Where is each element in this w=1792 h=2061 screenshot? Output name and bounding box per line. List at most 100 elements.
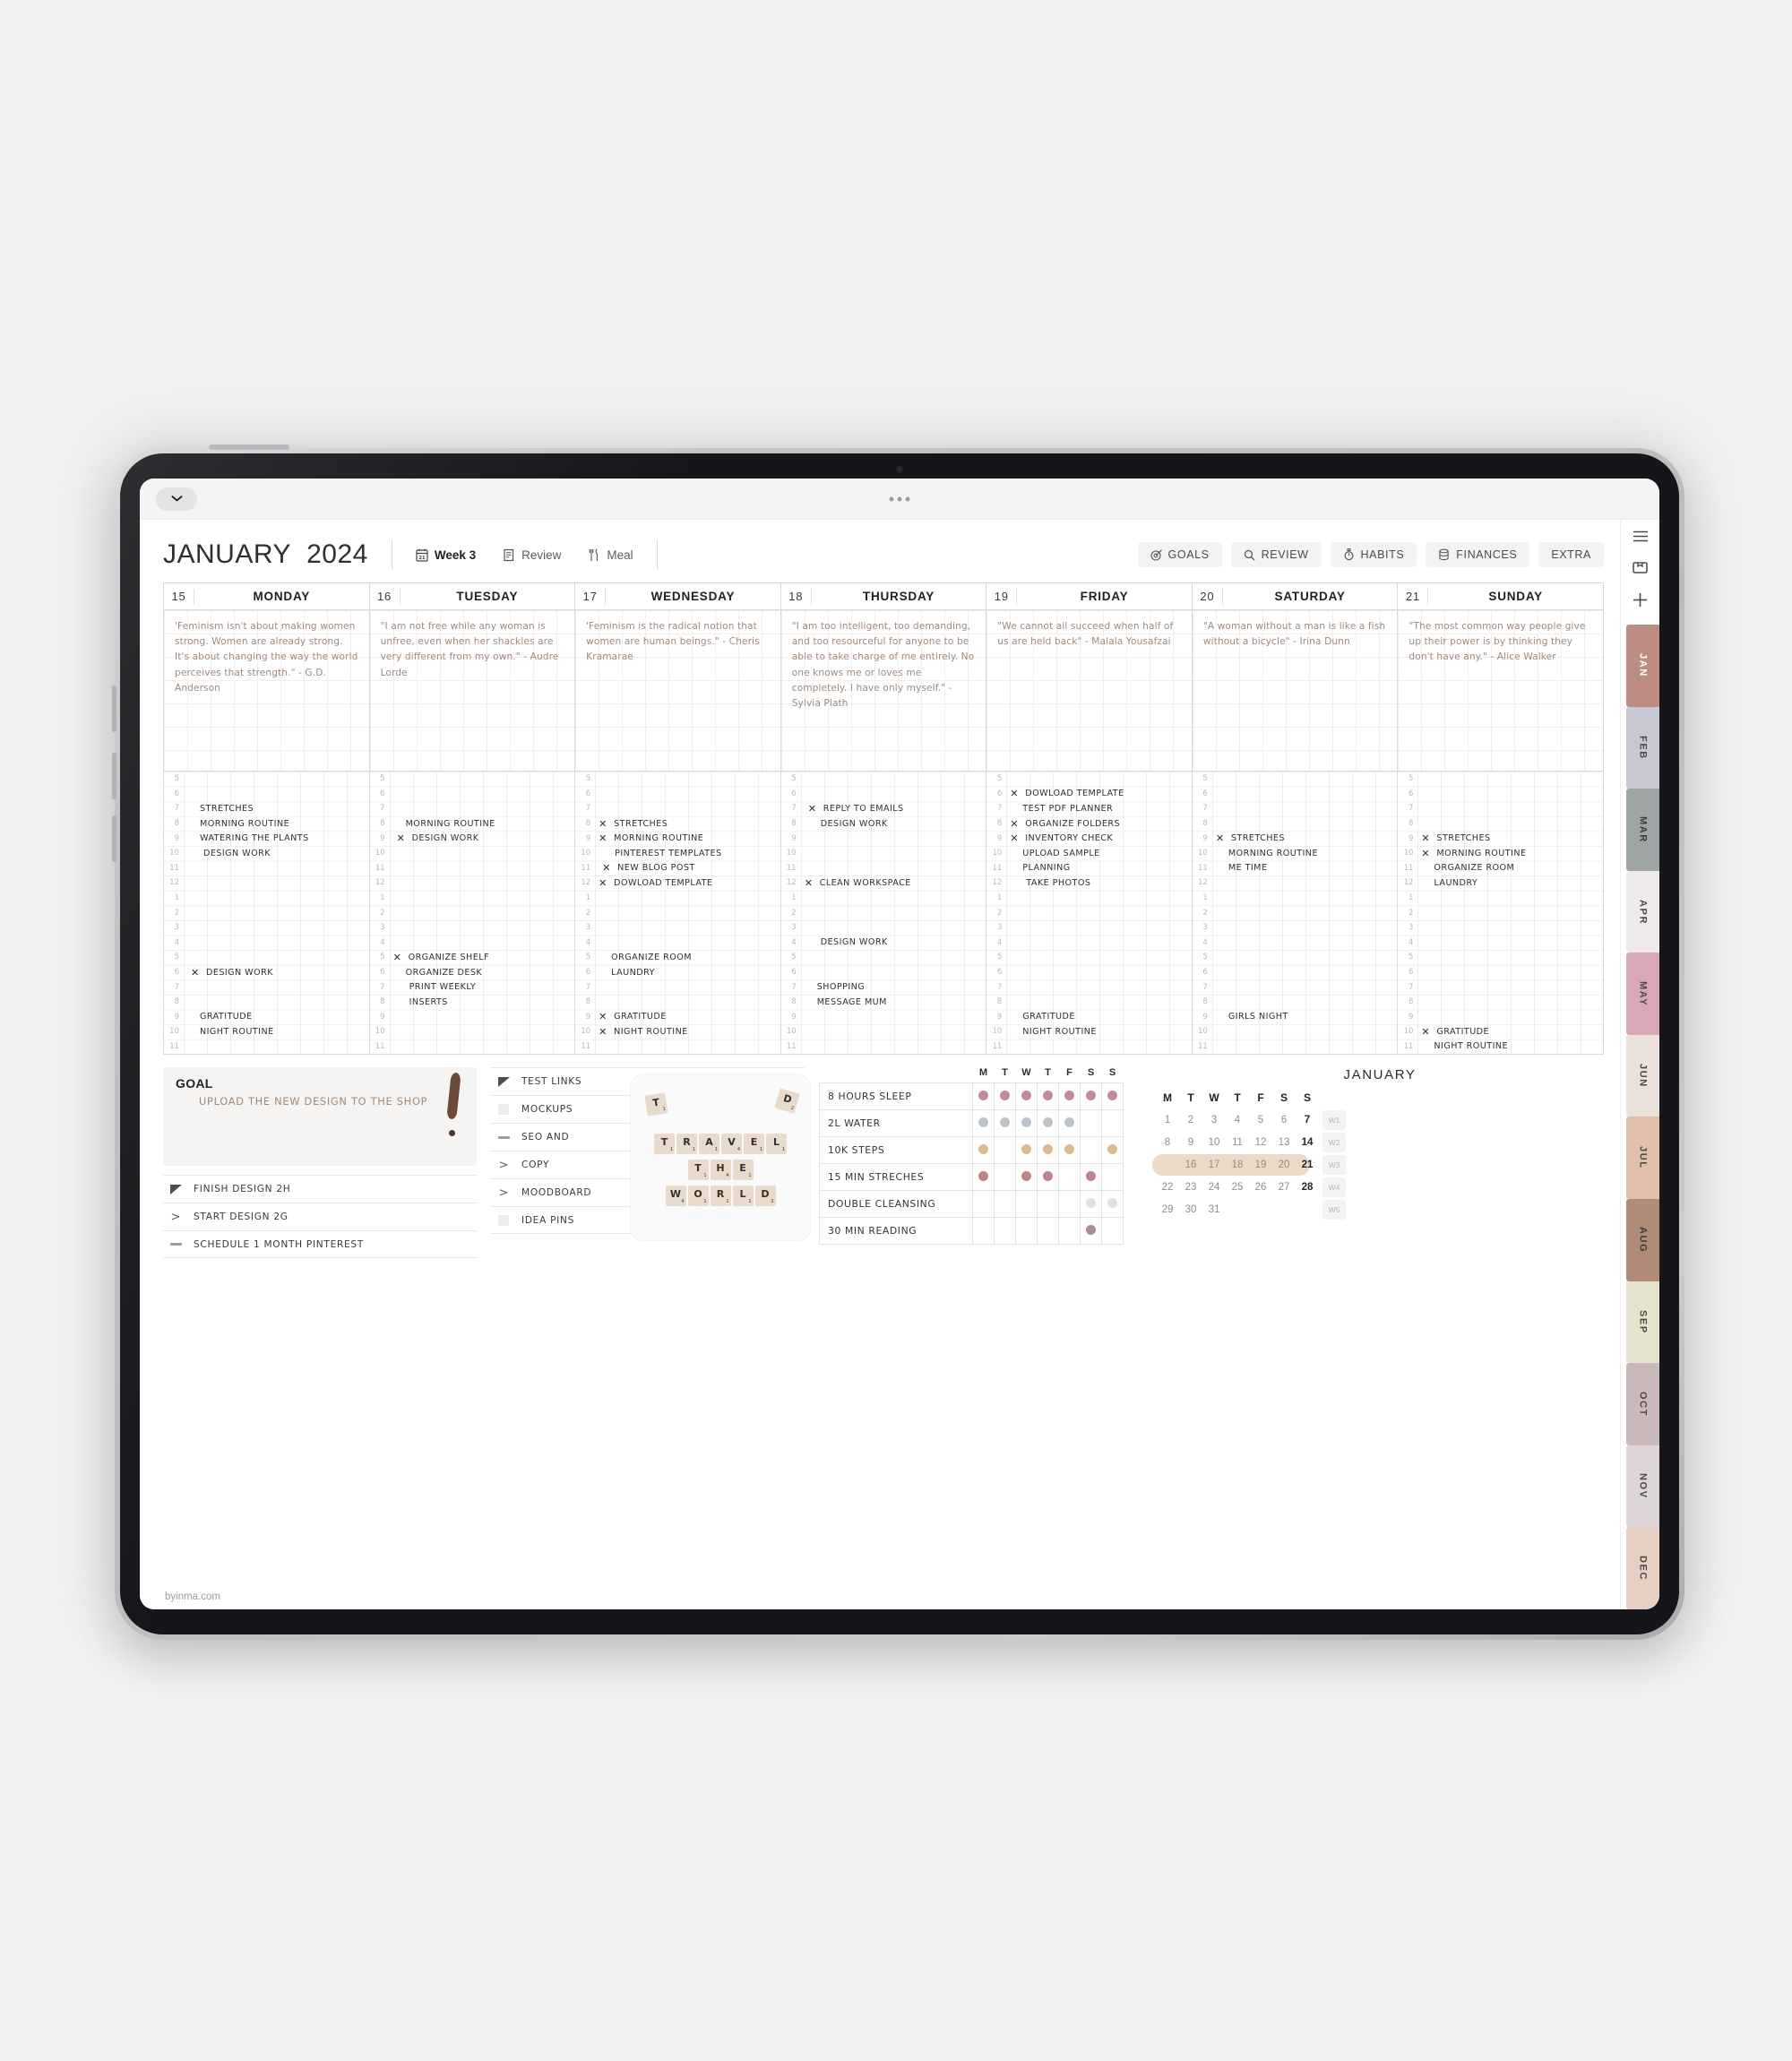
slot-body[interactable]: ✕ MORNING ROUTINE — [595, 831, 780, 846]
time-slot[interactable]: 6 — [781, 787, 986, 802]
checked-x-icon[interactable]: ✕ — [397, 833, 409, 843]
month-tab-oct[interactable]: OCT — [1626, 1363, 1659, 1445]
slot-body[interactable]: ✕ NEW BLOG POST — [595, 861, 780, 876]
time-slot[interactable]: 12 ✕ DOWLOAD TEMPLATE — [575, 875, 780, 891]
slot-body[interactable]: ME TIME — [1212, 861, 1398, 876]
bookmark-icon[interactable] — [1633, 560, 1648, 579]
time-slot[interactable]: 6 ✕ DOWLOAD TEMPLATE — [986, 787, 1192, 802]
quote-box[interactable]: "The most common way people give up thei… — [1398, 610, 1603, 772]
time-slot[interactable]: 12 ✕ CLEAN WORKSPACE — [781, 875, 986, 891]
minical-day[interactable]: 4 — [1226, 1110, 1249, 1130]
time-slot[interactable]: 7 — [370, 801, 575, 816]
slot-body[interactable]: UPLOAD SAMPLE — [1006, 846, 1192, 861]
time-slot[interactable]: 8 — [1398, 995, 1603, 1010]
habit-cell[interactable] — [972, 1109, 995, 1138]
slot-body[interactable] — [1212, 816, 1398, 832]
slot-body[interactable] — [801, 891, 986, 906]
time-slot[interactable]: 5 — [986, 950, 1192, 965]
time-slot[interactable]: 9 ✕ MORNING ROUTINE — [575, 831, 780, 846]
slot-body[interactable]: ✕ GRATITUDE — [1417, 1024, 1603, 1039]
slot-body[interactable]: DESIGN WORK — [801, 816, 986, 832]
minical-day[interactable]: 27 — [1272, 1177, 1296, 1197]
menu-icon[interactable] — [1633, 530, 1649, 547]
finances-button[interactable]: FINANCES — [1426, 542, 1530, 567]
slot-body[interactable] — [1006, 950, 1192, 965]
time-slot[interactable]: 11 — [575, 1039, 780, 1055]
slot-body[interactable] — [595, 920, 780, 936]
slot-body[interactable] — [184, 920, 369, 936]
quote-box[interactable]: 'Feminism isn't about making women stron… — [164, 610, 369, 772]
habit-cell[interactable] — [1058, 1109, 1081, 1138]
slot-body[interactable] — [1417, 979, 1603, 995]
habits-button[interactable]: HABITS — [1330, 542, 1417, 567]
time-slot[interactable]: 10 — [781, 1024, 986, 1039]
habit-cell[interactable] — [1037, 1163, 1059, 1192]
slot-body[interactable]: ✕ MORNING ROUTINE — [1417, 846, 1603, 861]
time-slot[interactable]: 8 — [575, 995, 780, 1010]
time-slot[interactable]: 3 — [164, 920, 369, 936]
quote-box[interactable]: "We cannot all succeed when half of us a… — [986, 610, 1192, 772]
checked-x-icon[interactable]: ✕ — [808, 804, 820, 814]
volume-up-button[interactable] — [112, 686, 116, 732]
time-slot[interactable]: 2 — [164, 905, 369, 920]
slot-body[interactable] — [1417, 905, 1603, 920]
slot-body[interactable] — [1006, 936, 1192, 951]
slot-body[interactable] — [390, 846, 575, 861]
time-slot[interactable]: 10 PINTEREST TEMPLATES — [575, 846, 780, 861]
slot-body[interactable] — [390, 920, 575, 936]
slot-body[interactable] — [1417, 920, 1603, 936]
slot-body[interactable]: TAKE PHOTOS — [1006, 875, 1192, 891]
time-slot[interactable]: 6 ✕ DESIGN WORK — [164, 965, 369, 980]
slot-body[interactable] — [1212, 787, 1398, 802]
time-slot[interactable]: 7 — [1193, 979, 1398, 995]
quote-box[interactable]: "I am not free while any woman is unfree… — [369, 610, 575, 772]
time-slot[interactable]: 3 — [781, 920, 986, 936]
habit-cell[interactable] — [1058, 1163, 1081, 1192]
slot-body[interactable]: ✕ CLEAN WORKSPACE — [801, 875, 986, 891]
extra-button[interactable]: EXTRA — [1538, 542, 1604, 567]
slot-body[interactable] — [1212, 801, 1398, 816]
slot-body[interactable]: DESIGN WORK — [184, 846, 369, 861]
checked-x-icon[interactable]: ✕ — [1421, 833, 1433, 843]
time-slot[interactable]: 5 — [164, 772, 369, 787]
habit-cell[interactable] — [994, 1190, 1016, 1219]
time-slot[interactable]: 7 — [575, 979, 780, 995]
minical-day[interactable]: 20 — [1272, 1155, 1296, 1175]
time-slot[interactable]: 12 — [1193, 875, 1398, 891]
time-slot[interactable]: 11 — [164, 1039, 369, 1055]
slot-body[interactable]: MORNING ROUTINE — [1212, 846, 1398, 861]
slot-body[interactable]: ✕ ORGANIZE FOLDERS — [1006, 816, 1192, 832]
slot-body[interactable] — [184, 950, 369, 965]
time-slot[interactable]: 4 DESIGN WORK — [781, 936, 986, 951]
slot-body[interactable] — [801, 772, 986, 787]
time-slot[interactable]: 8 — [1193, 816, 1398, 832]
slot-body[interactable]: NIGHT ROUTINE — [1006, 1024, 1192, 1039]
time-slot[interactable]: 1 — [986, 891, 1192, 906]
checked-x-icon[interactable]: ✕ — [599, 1027, 610, 1037]
time-slot[interactable]: 3 — [1193, 920, 1398, 936]
time-slot[interactable]: 8 ✕ STRETCHES — [575, 816, 780, 832]
slot-body[interactable]: MORNING ROUTINE — [184, 816, 369, 832]
slot-body[interactable]: PRINT WEEKLY — [390, 979, 575, 995]
slot-body[interactable] — [1212, 1039, 1398, 1055]
checked-x-icon[interactable]: ✕ — [191, 968, 202, 978]
side-button[interactable] — [112, 815, 116, 862]
time-slot[interactable]: 7 TEST PDF PLANNER — [986, 801, 1192, 816]
slot-body[interactable] — [1417, 816, 1603, 832]
slot-body[interactable] — [595, 787, 780, 802]
slot-body[interactable]: PINTEREST TEMPLATES — [595, 846, 780, 861]
slot-body[interactable] — [390, 1024, 575, 1039]
time-slot[interactable]: 9 ✕ DESIGN WORK — [370, 831, 575, 846]
time-slot[interactable]: 1 — [781, 891, 986, 906]
time-slot[interactable]: 9 GRATITUDE — [986, 1010, 1192, 1025]
time-slot[interactable]: 8 — [164, 995, 369, 1010]
slot-body[interactable] — [1006, 1039, 1192, 1055]
minical-day[interactable]: 7 — [1296, 1110, 1319, 1130]
time-slot[interactable]: 2 — [986, 905, 1192, 920]
checked-x-icon[interactable]: ✕ — [1216, 833, 1228, 843]
time-slot[interactable]: 8 — [1398, 816, 1603, 832]
slot-body[interactable] — [1006, 979, 1192, 995]
time-slot[interactable]: 6 — [575, 787, 780, 802]
slot-body[interactable]: ORGANIZE ROOM — [595, 950, 780, 965]
slot-body[interactable] — [1212, 995, 1398, 1010]
